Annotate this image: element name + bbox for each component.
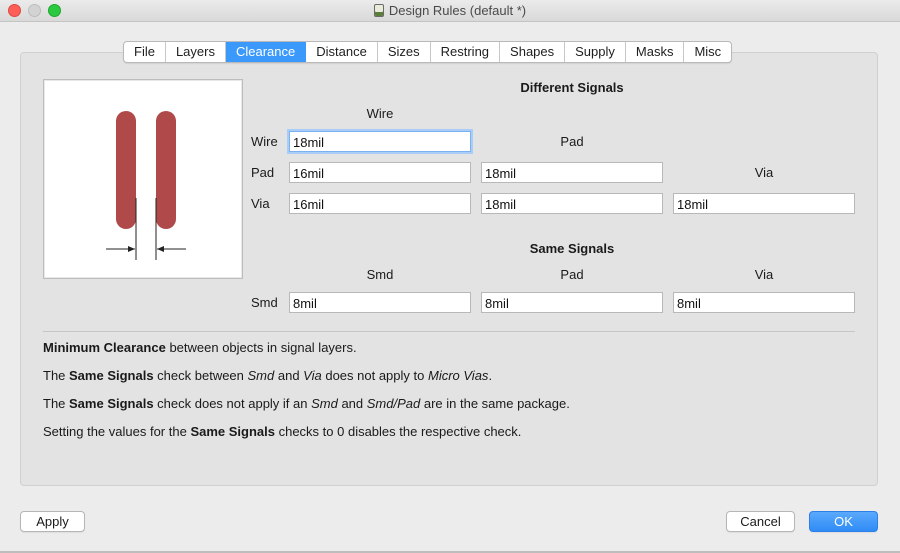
note-text: and — [337, 396, 367, 411]
clearance-preview-image — [43, 79, 243, 279]
tab-bar: File Layers Clearance Distance Sizes Res… — [123, 41, 733, 63]
wire-wire-clearance-field[interactable] — [289, 131, 471, 152]
note-text: are in the same package. — [420, 396, 570, 411]
title-bar: Design Rules (default *) — [0, 0, 900, 22]
note-text: . — [488, 368, 493, 383]
note-same-package: The Same Signals check does not apply if… — [43, 396, 570, 411]
note-text: check does not apply if an — [153, 396, 312, 411]
note-italic-text: Smd — [247, 368, 275, 383]
right-trace-shape — [156, 111, 176, 229]
left-trace-shape — [116, 111, 136, 229]
via-via-clearance-field[interactable] — [673, 193, 855, 214]
tab-masks[interactable]: Masks — [626, 42, 685, 62]
ok-button[interactable]: OK — [809, 511, 878, 532]
col-header-same-via: Via — [754, 267, 774, 282]
window-title-wrap: Design Rules (default *) — [0, 3, 900, 18]
note-text: between objects in signal layers. — [165, 340, 357, 355]
tab-supply[interactable]: Supply — [565, 42, 626, 62]
window-title: Design Rules (default *) — [388, 3, 527, 18]
tab-shapes[interactable]: Shapes — [500, 42, 566, 62]
smd-pad-clearance-field[interactable] — [481, 292, 663, 313]
tab-clearance[interactable]: Clearance — [225, 42, 307, 62]
note-text: Setting the values for the — [43, 424, 191, 439]
col-header-same-pad: Pad — [560, 267, 584, 282]
note-italic-text: Via — [303, 368, 322, 383]
note-bold-text: Minimum Clearance — [43, 340, 166, 355]
tab-restring[interactable]: Restring — [431, 42, 501, 62]
pad-wire-clearance-field[interactable] — [289, 162, 471, 183]
row-label-via: Via — [251, 196, 270, 211]
left-arrow-head — [128, 246, 135, 252]
pad-pad-clearance-field[interactable] — [481, 162, 663, 183]
smd-smd-clearance-field[interactable] — [289, 292, 471, 313]
col-header-smd: Smd — [366, 267, 394, 282]
smd-via-clearance-field[interactable] — [673, 292, 855, 313]
note-same-signals-micro-vias: The Same Signals check between Smd and V… — [43, 368, 492, 383]
apply-button[interactable]: Apply — [20, 511, 85, 532]
tab-distance[interactable]: Distance — [306, 42, 378, 62]
row-label-wire: Wire — [251, 134, 278, 149]
note-italic-text: Micro Vias — [427, 368, 489, 383]
note-minimum-clearance: Minimum Clearance between objects in sig… — [43, 340, 357, 355]
note-italic-text: Smd — [311, 396, 338, 411]
note-bold-text: Same Signals — [69, 368, 154, 383]
note-text: and — [274, 368, 304, 383]
note-bold-text: Same Signals — [190, 424, 275, 439]
section-divider — [43, 331, 855, 332]
row-label-smd: Smd — [251, 295, 278, 310]
tab-layers[interactable]: Layers — [166, 42, 226, 62]
via-wire-clearance-field[interactable] — [289, 193, 471, 214]
note-text: The — [43, 368, 70, 383]
clearance-diagram — [106, 111, 186, 260]
note-text: checks to 0 disables the respective chec… — [274, 424, 522, 439]
different-signals-heading: Different Signals — [520, 80, 624, 95]
note-text: does not apply to — [321, 368, 428, 383]
tab-file[interactable]: File — [124, 42, 166, 62]
tab-sizes[interactable]: Sizes — [378, 42, 431, 62]
note-text: check between — [153, 368, 248, 383]
note-bold-text: Same Signals — [69, 396, 154, 411]
note-italic-text: Smd/Pad — [366, 396, 421, 411]
note-zero-disables: Setting the values for the Same Signals … — [43, 424, 521, 439]
right-arrow-head — [157, 246, 164, 252]
via-pad-clearance-field[interactable] — [481, 193, 663, 214]
col-header-via: Via — [754, 165, 774, 180]
document-icon — [373, 4, 384, 17]
col-header-pad: Pad — [560, 134, 584, 149]
same-signals-heading: Same Signals — [529, 241, 615, 256]
col-header-wire: Wire — [366, 106, 394, 121]
note-text: The — [43, 396, 70, 411]
row-label-pad: Pad — [251, 165, 275, 180]
tab-misc[interactable]: Misc — [684, 42, 731, 62]
cancel-button[interactable]: Cancel — [726, 511, 795, 532]
